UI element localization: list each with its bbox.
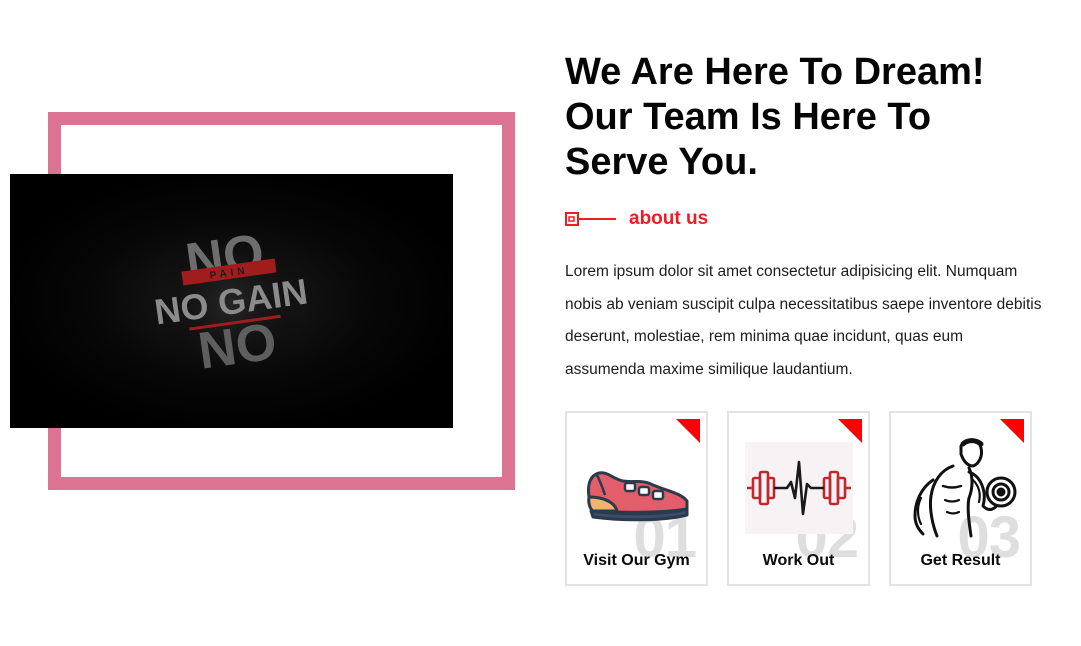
about-description: Lorem ipsum dolor sit amet consectetur a… [565, 263, 1042, 378]
bodybuilder-icon [891, 433, 1030, 543]
line-marker-icon [565, 212, 616, 226]
card-get-result[interactable]: 03 Get Result [889, 411, 1032, 586]
card-label: Visit Our Gym [583, 552, 690, 569]
card-label: Get Result [920, 552, 1001, 569]
no-pain-no-gain-image: NO PAIN NO GAIN NO [10, 174, 453, 428]
about-us-section-label: about us [565, 207, 708, 231]
card-work-out[interactable]: 02 Work Out [727, 411, 870, 586]
sneaker-icon [567, 433, 706, 543]
card-visit-our-gym[interactable]: 01 Visit Our Gym [565, 411, 708, 586]
page-headline: We Are Here To Dream! Our Team Is Here T… [565, 51, 985, 183]
card-label: Work Out [762, 552, 835, 569]
dumbbell-heartbeat-icon [729, 433, 868, 543]
about-us-label: about us [629, 208, 709, 229]
image-text-bottom: NO [195, 312, 280, 380]
